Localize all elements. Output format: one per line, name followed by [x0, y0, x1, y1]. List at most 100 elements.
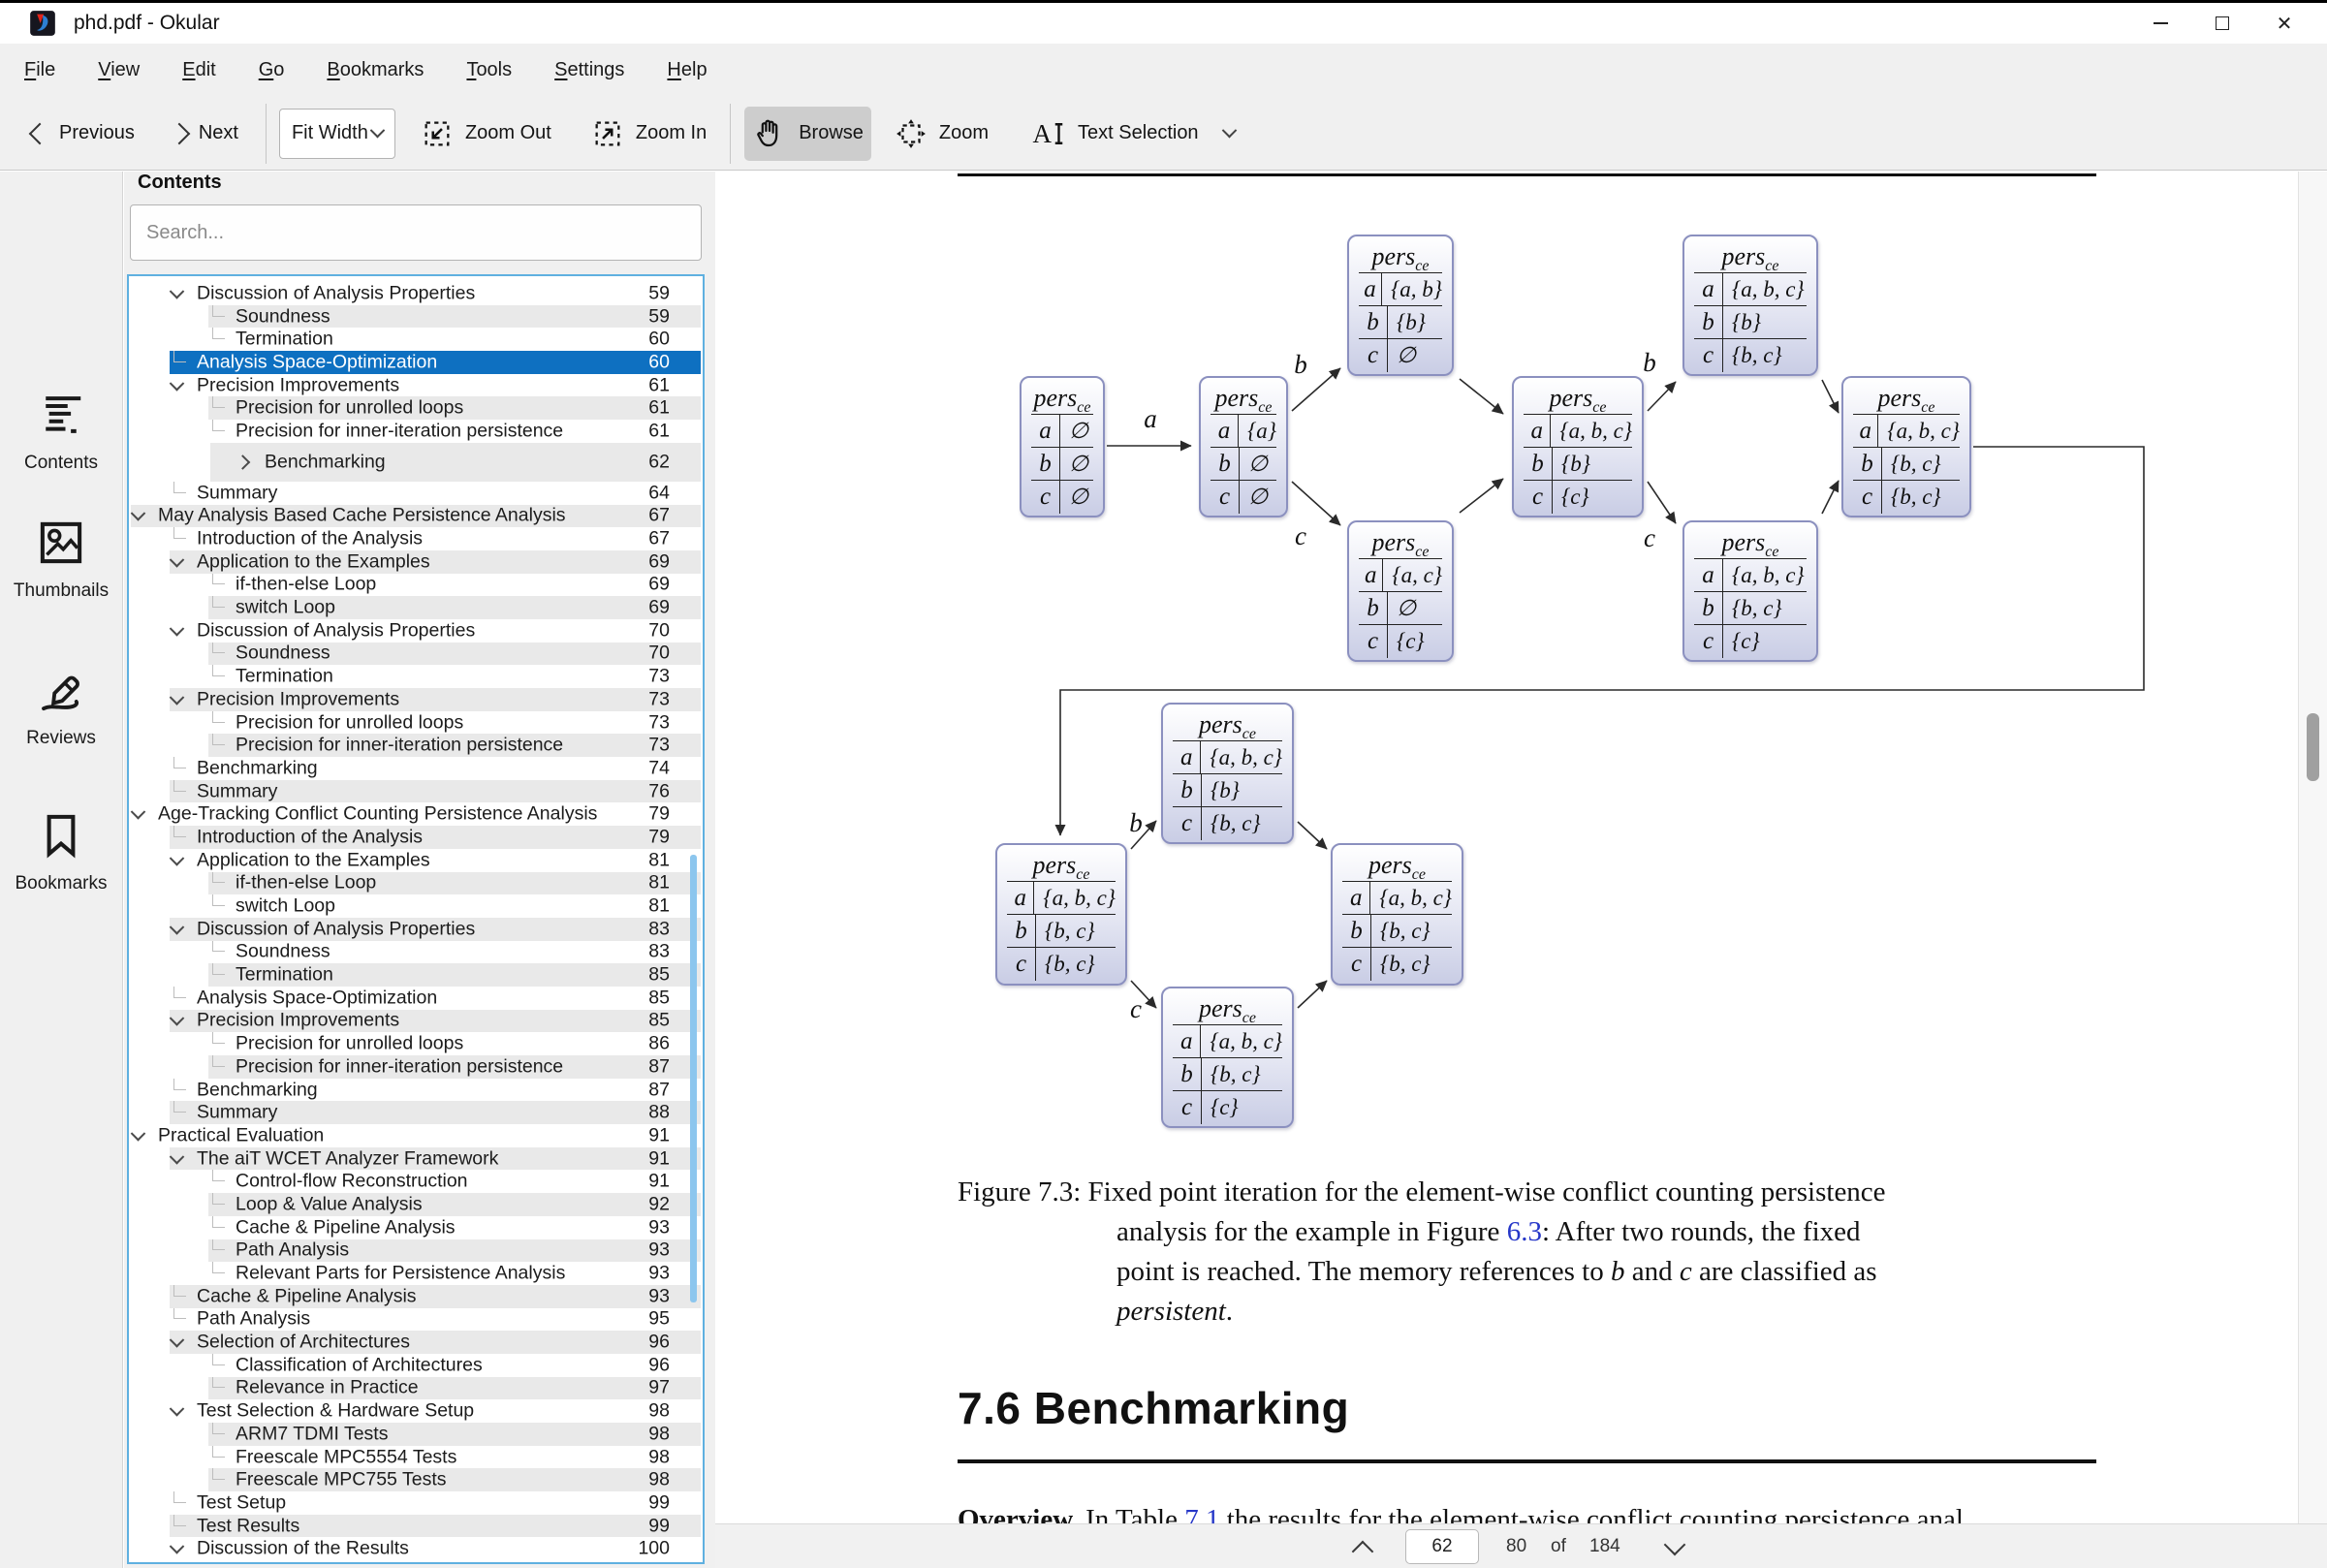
toc-row[interactable]: Soundness83 — [129, 941, 703, 964]
toc-row[interactable]: Cache & Pipeline Analysis93 — [129, 1285, 703, 1308]
toc-row[interactable]: Test Setup99 — [129, 1491, 703, 1515]
toc-row[interactable]: Precision Improvements61 — [129, 374, 703, 397]
toc-row[interactable]: Soundness59 — [129, 305, 703, 329]
menu-item-view[interactable]: View — [98, 59, 140, 81]
toc-row[interactable]: Path Analysis93 — [129, 1239, 703, 1263]
toc-row[interactable]: Relevance in Practice97 — [129, 1377, 703, 1400]
menu-item-help[interactable]: Help — [667, 59, 707, 81]
toc-row[interactable]: Precision for unrolled loops86 — [129, 1032, 703, 1055]
minimize-button[interactable] — [2129, 3, 2191, 44]
bookmark-icon — [35, 809, 87, 862]
toc-row[interactable]: May Analysis Based Cache Persistence Ana… — [129, 505, 703, 528]
toc-row[interactable]: Precision for unrolled loops61 — [129, 396, 703, 420]
toc-row[interactable]: if-then-else Loop81 — [129, 872, 703, 895]
toc-row[interactable]: Introduction of the Analysis67 — [129, 527, 703, 550]
toc-row[interactable]: Precision Improvements73 — [129, 688, 703, 711]
toc-row[interactable]: Termination85 — [129, 963, 703, 987]
toc-row[interactable]: Analysis Space-Optimization60 — [129, 351, 703, 374]
toc-row[interactable]: ARM7 TDMI Tests98 — [129, 1423, 703, 1446]
toc-row[interactable]: Summary64 — [129, 482, 703, 505]
toc-row[interactable]: Precision for unrolled loops73 — [129, 711, 703, 735]
node-row-label: c — [1524, 481, 1553, 514]
zoom-tool-button[interactable]: Zoom — [887, 107, 996, 161]
toc-page-number: 99 — [648, 1491, 670, 1514]
toc-page-number: 79 — [648, 803, 670, 826]
toc-row[interactable]: Age-Tracking Conflict Counting Persisten… — [129, 802, 703, 826]
menu-item-edit[interactable]: Edit — [182, 59, 215, 81]
toc-row[interactable]: Precision for inner-iteration persistenc… — [129, 1055, 703, 1079]
toc-row[interactable]: Selection of Architectures96 — [129, 1331, 703, 1354]
toc-row[interactable]: Termination60 — [129, 328, 703, 351]
document-scrollbar[interactable] — [2298, 172, 2327, 1523]
toc-row[interactable]: Control-flow Reconstruction91 — [129, 1170, 703, 1193]
toc-row[interactable]: Practical Evaluation91 — [129, 1124, 703, 1147]
toc-row[interactable]: Test Results99 — [129, 1515, 703, 1538]
fit-mode-combobox[interactable]: Fit Width — [279, 109, 395, 159]
chevron-down-icon[interactable] — [1221, 123, 1237, 139]
menu-item-settings[interactable]: Settings — [554, 59, 624, 81]
zoom-in-button[interactable]: Zoom In — [583, 107, 714, 161]
toc-row[interactable]: Summary76 — [129, 780, 703, 803]
menu-item-tools[interactable]: Tools — [466, 59, 512, 81]
toc-row[interactable]: Application to the Examples81 — [129, 849, 703, 872]
toc-row[interactable]: Loop & Value Analysis92 — [129, 1193, 703, 1216]
toc-row[interactable]: Soundness70 — [129, 643, 703, 666]
document-scrollbar-thumb[interactable] — [2307, 713, 2319, 781]
toc-item-label: May Analysis Based Cache Persistence Ana… — [158, 505, 566, 527]
menu-item-go[interactable]: Go — [259, 59, 285, 81]
page-number-input[interactable]: 62 — [1405, 1529, 1479, 1564]
toc-row[interactable]: Precision for inner-iteration persistenc… — [129, 734, 703, 757]
toc-row[interactable]: Discussion of Analysis Properties83 — [129, 918, 703, 941]
toc-page-number: 70 — [648, 619, 670, 642]
toc-row[interactable]: if-then-else Loop69 — [129, 574, 703, 597]
browse-tool-button[interactable]: Browse — [744, 107, 871, 161]
toc-row[interactable]: Application to the Examples69 — [129, 550, 703, 574]
maximize-button[interactable] — [2191, 3, 2253, 44]
cross-reference-link[interactable]: 6.3 — [1507, 1216, 1542, 1247]
next-button[interactable]: Next — [164, 107, 246, 161]
toc-row[interactable]: Summary88 — [129, 1101, 703, 1124]
toc-row[interactable]: Path Analysis95 — [129, 1308, 703, 1332]
toc-row[interactable]: Discussion of the Results100 — [129, 1537, 703, 1560]
toc-row[interactable]: Discussion of Analysis Properties70 — [129, 619, 703, 643]
toc-row[interactable]: Cache & Pipeline Analysis93 — [129, 1216, 703, 1239]
toc-row[interactable]: switch Loop69 — [129, 596, 703, 619]
toc-row[interactable]: Benchmarking62 — [129, 443, 703, 482]
zoom-out-button[interactable]: Zoom Out — [413, 107, 559, 161]
toc-row[interactable]: Discussion of Analysis Properties59 — [129, 282, 703, 305]
menu-item-bookmarks[interactable]: Bookmarks — [327, 59, 424, 81]
sidebar-item-reviews[interactable]: Reviews — [0, 664, 122, 749]
node-row: a{a, b, c} — [1853, 415, 1960, 448]
previous-button[interactable]: Previous — [24, 107, 142, 161]
toc-row[interactable]: Test Selection & Hardware Setup98 — [129, 1399, 703, 1423]
toc-row[interactable]: Relevant Parts for Persistence Analysis9… — [129, 1262, 703, 1285]
toc-row[interactable]: switch Loop81 — [129, 894, 703, 918]
close-button[interactable]: ✕ — [2253, 3, 2315, 44]
sidebar-item-bookmarks[interactable]: Bookmarks — [0, 809, 122, 894]
search-input[interactable] — [130, 204, 702, 261]
toc-row[interactable]: Termination73 — [129, 665, 703, 688]
sidebar-item-thumbnails[interactable]: Thumbnails — [0, 517, 122, 602]
toc-item-label: Soundness — [236, 305, 330, 328]
toc-row[interactable]: Precision for inner-iteration persistenc… — [129, 420, 703, 443]
text-selection-button[interactable]: A Text Selection — [1023, 107, 1242, 161]
toc-page-number: 98 — [648, 1423, 670, 1445]
toc-row[interactable]: Precision Improvements85 — [129, 1010, 703, 1033]
node-row: c{c} — [1173, 1091, 1282, 1124]
next-page-button[interactable] — [1664, 1534, 1686, 1556]
tree-scrollbar-thumb[interactable] — [690, 855, 697, 1302]
toc-row[interactable]: Freescale MPC5554 Tests98 — [129, 1446, 703, 1469]
toc-row[interactable]: Freescale MPC755 Tests98 — [129, 1468, 703, 1491]
toc-row[interactable]: Benchmarking74 — [129, 757, 703, 780]
toc-row[interactable]: Introduction of the Analysis79 — [129, 826, 703, 849]
previous-page-button[interactable] — [1352, 1541, 1374, 1563]
node-row-label: c — [1173, 1091, 1202, 1124]
menu-item-file[interactable]: File — [24, 59, 55, 81]
node-row-value: {a, b, c} — [1034, 882, 1116, 914]
toc-row[interactable]: The aiT WCET Analyzer Framework91 — [129, 1147, 703, 1171]
toc-row[interactable]: Analysis Space-Optimization85 — [129, 987, 703, 1010]
tree-branch-line — [173, 1308, 186, 1320]
toc-row[interactable]: Classification of Architectures96 — [129, 1354, 703, 1377]
toc-row[interactable]: Benchmarking87 — [129, 1079, 703, 1102]
sidebar-item-contents[interactable]: Contents — [0, 389, 122, 474]
